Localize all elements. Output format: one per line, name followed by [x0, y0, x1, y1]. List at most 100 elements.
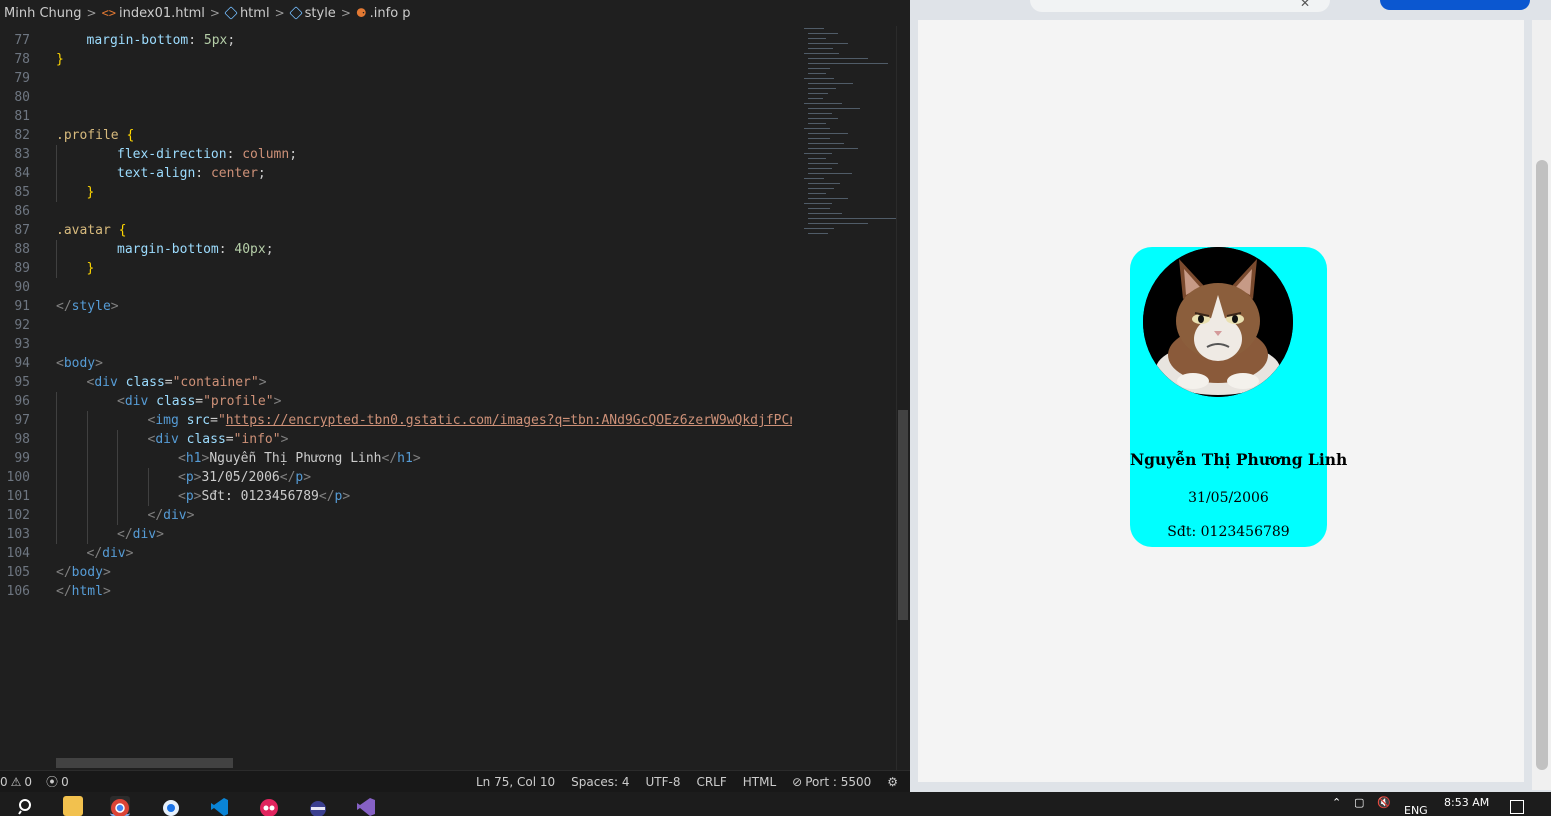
code-token: Nguyễn Thị Phương Linh: [209, 451, 382, 466]
code-token: div: [102, 546, 126, 561]
code-line[interactable]: 77 margin-bottom: 5px;: [0, 31, 792, 50]
code-line[interactable]: 90: [0, 278, 792, 297]
browser-action-button[interactable]: [1380, 0, 1530, 10]
minimap-line: [804, 203, 832, 204]
code-line[interactable]: 106 </html>: [0, 582, 792, 601]
breadcrumb-node-html[interactable]: html: [224, 6, 270, 21]
code-line[interactable]: 92: [0, 316, 792, 335]
code-line[interactable]: 85}: [0, 183, 792, 202]
code-line[interactable]: 91 </style>: [0, 297, 792, 316]
minimap-line: [808, 223, 868, 224]
code-line[interactable]: 88 margin-bottom: 40px;: [0, 240, 792, 259]
code-line[interactable]: 93: [0, 335, 792, 354]
minimap-line: [808, 193, 826, 194]
network-icon[interactable]: ▢: [1354, 796, 1364, 809]
app-icon[interactable]: [308, 796, 328, 816]
code-line[interactable]: 84 text-align: center;: [0, 164, 792, 183]
minimap-line: [808, 33, 838, 34]
breadcrumb-node-style[interactable]: style: [288, 6, 336, 21]
breadcrumb-folder[interactable]: Minh Chung: [4, 6, 82, 21]
volume-icon[interactable]: 🔇: [1377, 796, 1391, 809]
line-number: 94: [14, 356, 30, 371]
visual-studio-icon[interactable]: [356, 796, 376, 816]
minimap-line: [808, 218, 898, 219]
editor-horizontal-scroll-thumb[interactable]: [56, 758, 233, 768]
minimap-line: [808, 183, 840, 184]
input-language[interactable]: ENG: [1404, 804, 1428, 816]
address-bar[interactable]: [1030, 0, 1330, 12]
minimap-line: [804, 228, 834, 229]
code-line[interactable]: 83 flex-direction: column;: [0, 145, 792, 164]
code-line[interactable]: 100 <p>31/05/2006</p>: [0, 468, 792, 487]
code-editor: Minh Chung > <> index01.html > html > sty…: [0, 0, 929, 792]
code-token: body: [63, 356, 96, 371]
code-line[interactable]: 101 <p>Sđt: 0123456789</p>: [0, 487, 792, 506]
chrome-icon[interactable]: [110, 796, 130, 816]
line-number: 99: [14, 451, 30, 466]
code-line[interactable]: 79: [0, 69, 792, 88]
code-line[interactable]: 82 .profile {: [0, 126, 792, 145]
minimap-line: [808, 208, 830, 209]
code-line[interactable]: 104 </div>: [0, 544, 792, 563]
code-line[interactable]: 105 </body>: [0, 563, 792, 582]
code-line[interactable]: 89}: [0, 259, 792, 278]
minimap-line: [808, 108, 860, 109]
notification-icon[interactable]: [1510, 800, 1524, 814]
code-line[interactable]: 102 </div>: [0, 506, 792, 525]
code-line[interactable]: 94 <body>: [0, 354, 792, 373]
minimap-line: [804, 153, 832, 154]
profile-card: Nguyễn Thị Phương Linh 31/05/2006 Sđt: 0…: [1130, 247, 1348, 547]
code-line[interactable]: 103 </div>: [0, 525, 792, 544]
code-line[interactable]: 78}: [0, 50, 792, 69]
code-token: ;: [289, 147, 298, 162]
breadcrumb-file[interactable]: <> index01.html: [102, 6, 205, 21]
clock-time[interactable]: 8:53 AM: [1444, 796, 1489, 809]
live-server-port[interactable]: ⊘ Port : 5500: [792, 775, 871, 789]
copilot-icon[interactable]: ⚙: [887, 775, 898, 789]
cursor-position[interactable]: Ln 75, Col 10: [476, 775, 555, 789]
minimap-line: [804, 28, 824, 29]
line-ending[interactable]: CRLF: [696, 775, 726, 789]
minimap-line: [808, 58, 868, 59]
profile-name: Nguyễn Thị Phương Linh: [1130, 450, 1348, 469]
language-mode[interactable]: HTML: [743, 775, 776, 789]
indentation[interactable]: Spaces: 4: [571, 775, 629, 789]
minimap-line: [808, 168, 832, 169]
code-line[interactable]: 87 .avatar {: [0, 221, 792, 240]
code-line[interactable]: 98 <div class="info">: [0, 430, 792, 449]
line-number: 92: [14, 318, 30, 333]
encoding[interactable]: UTF-8: [645, 775, 680, 789]
editor-vertical-scrollbar[interactable]: [896, 26, 910, 770]
close-icon[interactable]: ✕: [1300, 0, 1310, 10]
problems-indicator[interactable]: 0 ⚠ 0: [0, 775, 32, 789]
minimap-line: [808, 138, 830, 139]
code-line[interactable]: 81: [0, 107, 792, 126]
vscode-icon[interactable]: [210, 796, 230, 816]
code-token: <: [178, 470, 186, 485]
app-icon[interactable]: [258, 796, 278, 816]
minimap[interactable]: [796, 26, 898, 770]
code-line[interactable]: 97 <img src="https://encrypted-tbn0.gstat…: [0, 411, 792, 430]
breadcrumb-selector[interactable]: ⚈ .info p: [356, 6, 411, 21]
chevron-up-icon[interactable]: ⌃: [1332, 796, 1341, 809]
code-line[interactable]: 80: [0, 88, 792, 107]
code-line[interactable]: 96 <div class="profile">: [0, 392, 792, 411]
search-icon[interactable]: [16, 796, 36, 816]
editor-scroll-thumb[interactable]: [898, 410, 908, 620]
page-viewport: Nguyễn Thị Phương Linh 31/05/2006 Sđt: 0…: [918, 20, 1524, 782]
browser-scroll-thumb[interactable]: [1536, 160, 1548, 770]
code-line[interactable]: 99 <h1>Nguyễn Thị Phương Linh</h1>: [0, 449, 792, 468]
ports-indicator[interactable]: ⦿ 0: [46, 773, 69, 790]
app-icon[interactable]: [161, 796, 181, 816]
chevron-right-icon: >: [86, 6, 97, 20]
code-token: 40px: [234, 242, 266, 257]
minimap-line: [808, 83, 853, 84]
code-line[interactable]: 86: [0, 202, 792, 221]
file-explorer-icon[interactable]: [63, 796, 83, 816]
minimap-line: [808, 38, 826, 39]
code-token: div: [132, 527, 157, 542]
code-line[interactable]: 95 <div class="container">: [0, 373, 792, 392]
code-area[interactable]: 77 margin-bottom: 5px; 78} 79 80 81 82 .profile…: [0, 26, 792, 770]
